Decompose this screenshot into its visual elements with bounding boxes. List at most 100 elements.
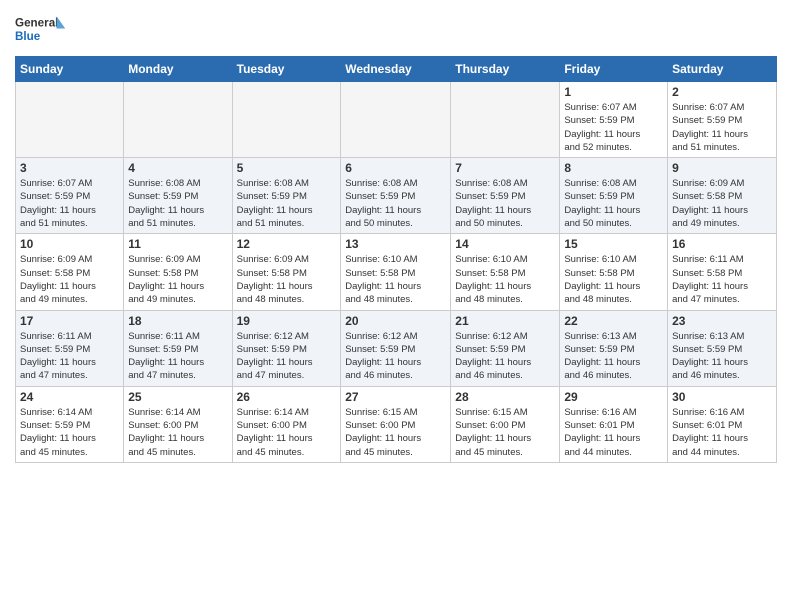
calendar-cell: 17 Sunrise: 6:11 AM Sunset: 5:59 PM Dayli…	[16, 310, 124, 386]
weekday-header-saturday: Saturday	[668, 57, 777, 82]
calendar-cell: 10Sunrise: 6:09 AM Sunset: 5:58 PM Dayli…	[16, 234, 124, 310]
day-info: Sunrise: 6:07 AM Sunset: 5:59 PM Dayligh…	[20, 177, 119, 230]
calendar-cell: 12 Sunrise: 6:09 AM Sunset: 5:58 PM Dayli…	[232, 234, 341, 310]
day-info: Sunrise: 6:13 AM Sunset: 5:59 PM Dayligh…	[564, 330, 663, 383]
day-info: Sunrise: 6:10 AM Sunset: 5:58 PM Dayligh…	[455, 253, 555, 306]
calendar-cell: 6Sunrise: 6:08 AM Sunset: 5:59 PM Daylig…	[341, 158, 451, 234]
day-number: 13	[345, 237, 446, 251]
day-info: Sunrise: 6:14 AM Sunset: 6:00 PM Dayligh…	[128, 406, 227, 459]
day-number: 24	[20, 390, 119, 404]
day-number: 19	[237, 314, 337, 328]
calendar-cell	[232, 82, 341, 158]
day-number: 20	[345, 314, 446, 328]
day-info: Sunrise: 6:10 AM Sunset: 5:58 PM Dayligh…	[345, 253, 446, 306]
calendar-cell: 8 Sunrise: 6:08 AM Sunset: 5:59 PM Daylig…	[560, 158, 668, 234]
weekday-header-monday: Monday	[124, 57, 232, 82]
calendar-cell	[16, 82, 124, 158]
calendar-cell: 15 Sunrise: 6:10 AM Sunset: 5:58 PM Dayli…	[560, 234, 668, 310]
calendar-cell: 20 Sunrise: 6:12 AM Sunset: 5:59 PM Dayli…	[341, 310, 451, 386]
calendar-cell: 3 Sunrise: 6:07 AM Sunset: 5:59 PM Daylig…	[16, 158, 124, 234]
day-number: 28	[455, 390, 555, 404]
day-info: Sunrise: 6:12 AM Sunset: 5:59 PM Dayligh…	[345, 330, 446, 383]
day-number: 14	[455, 237, 555, 251]
day-number: 23	[672, 314, 772, 328]
calendar-cell: 1 Sunrise: 6:07 AM Sunset: 5:59 PM Daylig…	[560, 82, 668, 158]
day-number: 7	[455, 161, 555, 175]
calendar-cell: 22 Sunrise: 6:13 AM Sunset: 5:59 PM Dayli…	[560, 310, 668, 386]
calendar-week-1: 1 Sunrise: 6:07 AM Sunset: 5:59 PM Daylig…	[16, 82, 777, 158]
day-info: Sunrise: 6:16 AM Sunset: 6:01 PM Dayligh…	[672, 406, 772, 459]
day-info: Sunrise: 6:09 AM Sunset: 5:58 PM Dayligh…	[20, 253, 119, 306]
calendar-cell: 11Sunrise: 6:09 AM Sunset: 5:58 PM Dayli…	[124, 234, 232, 310]
day-number: 26	[237, 390, 337, 404]
day-number: 1	[564, 85, 663, 99]
weekday-header-thursday: Thursday	[451, 57, 560, 82]
day-info: Sunrise: 6:08 AM Sunset: 5:59 PM Dayligh…	[564, 177, 663, 230]
weekday-header-sunday: Sunday	[16, 57, 124, 82]
day-info: Sunrise: 6:09 AM Sunset: 5:58 PM Dayligh…	[672, 177, 772, 230]
calendar-cell: 4Sunrise: 6:08 AM Sunset: 5:59 PM Daylig…	[124, 158, 232, 234]
day-info: Sunrise: 6:09 AM Sunset: 5:58 PM Dayligh…	[237, 253, 337, 306]
calendar-cell: 19 Sunrise: 6:12 AM Sunset: 5:59 PM Dayli…	[232, 310, 341, 386]
weekday-header-wednesday: Wednesday	[341, 57, 451, 82]
day-number: 18	[128, 314, 227, 328]
day-number: 29	[564, 390, 663, 404]
calendar-cell: 18 Sunrise: 6:11 AM Sunset: 5:59 PM Dayli…	[124, 310, 232, 386]
day-number: 8	[564, 161, 663, 175]
day-number: 15	[564, 237, 663, 251]
day-info: Sunrise: 6:07 AM Sunset: 5:59 PM Dayligh…	[564, 101, 663, 154]
day-info: Sunrise: 6:12 AM Sunset: 5:59 PM Dayligh…	[455, 330, 555, 383]
weekday-header-row: SundayMondayTuesdayWednesdayThursdayFrid…	[16, 57, 777, 82]
calendar-cell: 27 Sunrise: 6:15 AM Sunset: 6:00 PM Dayli…	[341, 386, 451, 462]
calendar-cell: 25 Sunrise: 6:14 AM Sunset: 6:00 PM Dayli…	[124, 386, 232, 462]
day-info: Sunrise: 6:08 AM Sunset: 5:59 PM Dayligh…	[345, 177, 446, 230]
weekday-header-tuesday: Tuesday	[232, 57, 341, 82]
calendar-cell: 9 Sunrise: 6:09 AM Sunset: 5:58 PM Daylig…	[668, 158, 777, 234]
day-number: 9	[672, 161, 772, 175]
day-number: 30	[672, 390, 772, 404]
calendar-page: General Blue SundayMondayTuesdayWednesda…	[0, 0, 792, 473]
day-info: Sunrise: 6:10 AM Sunset: 5:58 PM Dayligh…	[564, 253, 663, 306]
calendar-week-5: 24 Sunrise: 6:14 AM Sunset: 5:59 PM Dayli…	[16, 386, 777, 462]
day-info: Sunrise: 6:12 AM Sunset: 5:59 PM Dayligh…	[237, 330, 337, 383]
calendar-cell: 16 Sunrise: 6:11 AM Sunset: 5:58 PM Dayli…	[668, 234, 777, 310]
calendar-cell: 7Sunrise: 6:08 AM Sunset: 5:59 PM Daylig…	[451, 158, 560, 234]
day-number: 22	[564, 314, 663, 328]
day-info: Sunrise: 6:13 AM Sunset: 5:59 PM Dayligh…	[672, 330, 772, 383]
logo: General Blue	[15, 10, 65, 50]
day-info: Sunrise: 6:11 AM Sunset: 5:59 PM Dayligh…	[128, 330, 227, 383]
svg-text:Blue: Blue	[15, 30, 41, 43]
day-number: 27	[345, 390, 446, 404]
calendar-week-3: 10Sunrise: 6:09 AM Sunset: 5:58 PM Dayli…	[16, 234, 777, 310]
calendar-cell: 5 Sunrise: 6:08 AM Sunset: 5:59 PM Daylig…	[232, 158, 341, 234]
svg-text:General: General	[15, 17, 58, 30]
day-info: Sunrise: 6:15 AM Sunset: 6:00 PM Dayligh…	[345, 406, 446, 459]
calendar-cell: 24 Sunrise: 6:14 AM Sunset: 5:59 PM Dayli…	[16, 386, 124, 462]
calendar-cell	[124, 82, 232, 158]
weekday-header-friday: Friday	[560, 57, 668, 82]
header: General Blue	[15, 10, 777, 50]
calendar-week-2: 3 Sunrise: 6:07 AM Sunset: 5:59 PM Daylig…	[16, 158, 777, 234]
day-number: 17	[20, 314, 119, 328]
calendar-cell: 23 Sunrise: 6:13 AM Sunset: 5:59 PM Dayli…	[668, 310, 777, 386]
day-number: 3	[20, 161, 119, 175]
day-info: Sunrise: 6:15 AM Sunset: 6:00 PM Dayligh…	[455, 406, 555, 459]
day-info: Sunrise: 6:11 AM Sunset: 5:59 PM Dayligh…	[20, 330, 119, 383]
calendar-cell: 13 Sunrise: 6:10 AM Sunset: 5:58 PM Dayli…	[341, 234, 451, 310]
day-number: 11	[128, 237, 227, 251]
day-info: Sunrise: 6:14 AM Sunset: 5:59 PM Dayligh…	[20, 406, 119, 459]
day-number: 25	[128, 390, 227, 404]
day-info: Sunrise: 6:14 AM Sunset: 6:00 PM Dayligh…	[237, 406, 337, 459]
calendar-cell: 30 Sunrise: 6:16 AM Sunset: 6:01 PM Dayli…	[668, 386, 777, 462]
calendar-week-4: 17 Sunrise: 6:11 AM Sunset: 5:59 PM Dayli…	[16, 310, 777, 386]
calendar-cell: 2Sunrise: 6:07 AM Sunset: 5:59 PM Daylig…	[668, 82, 777, 158]
day-info: Sunrise: 6:11 AM Sunset: 5:58 PM Dayligh…	[672, 253, 772, 306]
day-number: 16	[672, 237, 772, 251]
calendar-cell	[451, 82, 560, 158]
day-info: Sunrise: 6:08 AM Sunset: 5:59 PM Dayligh…	[237, 177, 337, 230]
logo-svg: General Blue	[15, 10, 65, 50]
day-number: 4	[128, 161, 227, 175]
day-number: 12	[237, 237, 337, 251]
day-info: Sunrise: 6:16 AM Sunset: 6:01 PM Dayligh…	[564, 406, 663, 459]
day-number: 5	[237, 161, 337, 175]
